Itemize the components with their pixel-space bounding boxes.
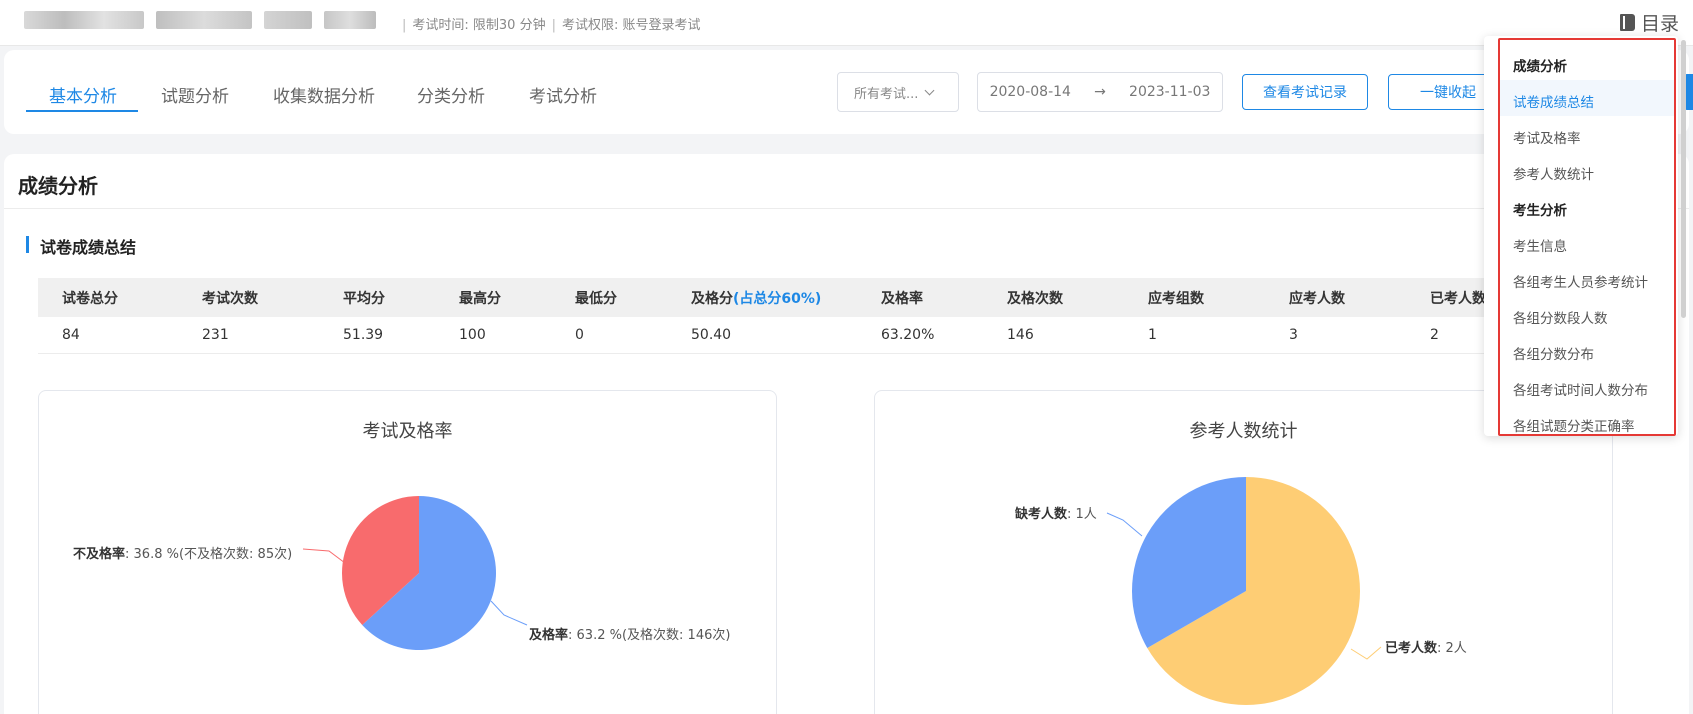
table-cell: 146 [983, 317, 1124, 354]
scrollbar[interactable] [1681, 40, 1686, 318]
table-cell: 84 [38, 317, 178, 354]
tabs-card: 基本分析 试题分析 收集数据分析 分类分析 考试分析 所有考试... 2020-… [4, 50, 1689, 134]
book-icon [1619, 14, 1635, 31]
tab-question-analysis[interactable]: 试题分析 [161, 82, 229, 107]
table-cell: 63.20% [857, 317, 983, 354]
col-header: 及格次数 [983, 278, 1124, 317]
score-analysis-card: 成绩分析 试卷成绩总结 试卷总分 考试次数 平均分 最高分 最低分 及格分(占总… [4, 154, 1689, 714]
redacted-exam-title [264, 11, 312, 29]
col-header: 及格率 [857, 278, 983, 317]
pass-rate-chart-card: 考试及格率 不及格率: 36.8 %(不及格次数: 85次) 及格率: 63.2… [38, 390, 777, 714]
leader-line-pass [490, 600, 528, 626]
table-cell: 231 [178, 317, 319, 354]
toc-item-score-bands[interactable]: 各组分数段人数 [1513, 307, 1608, 327]
table-cell: 1 [1124, 317, 1265, 354]
table-cell: 50.40 [667, 317, 857, 354]
section-title: 成绩分析 [18, 174, 98, 198]
redacted-exam-title [156, 11, 252, 29]
redacted-exam-title [324, 11, 376, 29]
date-range-picker[interactable]: 2020-08-14 → 2023-11-03 [977, 72, 1223, 112]
col-header: 应考人数 [1265, 278, 1406, 317]
leader-line-attended [1350, 646, 1382, 660]
col-header: 最低分 [551, 278, 667, 317]
col-header: 最高分 [435, 278, 551, 317]
toc-item-category-accuracy[interactable]: 各组试题分类正确率 [1513, 415, 1635, 435]
catalog-button[interactable]: 目录 [1619, 9, 1679, 36]
table-cell: 100 [435, 317, 551, 354]
toc-group-candidate-analysis[interactable]: 考生分析 [1513, 199, 1567, 219]
chevron-down-icon [924, 85, 935, 95]
absent-label: 缺考人数: 1人 [1015, 507, 1097, 522]
tab-exam-analysis[interactable]: 考试分析 [529, 82, 597, 107]
toc-item-time-distribution[interactable]: 各组考试时间人数分布 [1513, 379, 1648, 399]
col-header: 应考组数 [1124, 278, 1265, 317]
active-tab-underline [26, 110, 138, 112]
col-header: 及格分(占总分60%) [667, 278, 857, 317]
divider [4, 208, 1689, 209]
attended-label: 已考人数: 2人 [1385, 641, 1467, 656]
catalog-label: 目录 [1640, 13, 1679, 35]
date-end[interactable]: 2023-11-03 [1129, 84, 1210, 100]
col-header: 考试次数 [178, 278, 319, 317]
redacted-exam-title [24, 11, 144, 29]
table-cell: 51.39 [319, 317, 435, 354]
exam-time: 考试时间: 限制30 分钟 [412, 18, 546, 33]
exam-select[interactable]: 所有考试... [837, 72, 959, 112]
top-bar: | 考试时间: 限制30 分钟 | 考试权限: 账号登录考试 目录 [0, 0, 1693, 46]
table-cell: 0 [551, 317, 667, 354]
table-row: 84 231 51.39 100 0 50.40 63.20% 146 1 3 … [38, 317, 1498, 354]
exam-permission: 考试权限: 账号登录考试 [561, 18, 701, 33]
tab-collected-data-analysis[interactable]: 收集数据分析 [273, 82, 375, 107]
toc-item-score-summary[interactable]: 试卷成绩总结 [1513, 91, 1594, 111]
table-header-row: 试卷总分 考试次数 平均分 最高分 最低分 及格分(占总分60%) 及格率 及格… [38, 278, 1498, 317]
toc-item-score-distribution[interactable]: 各组分数分布 [1513, 343, 1594, 363]
toc-item-pass-rate[interactable]: 考试及格率 [1513, 127, 1581, 147]
toc-group-score-analysis[interactable]: 成绩分析 [1513, 55, 1567, 75]
leader-line-absent [1106, 512, 1143, 537]
col-header: 平均分 [319, 278, 435, 317]
toc-item-group-participation[interactable]: 各组考生人员参考统计 [1513, 271, 1648, 291]
toc-item-attendance[interactable]: 参考人数统计 [1513, 163, 1594, 183]
table-cell: 3 [1265, 317, 1406, 354]
tab-category-analysis[interactable]: 分类分析 [417, 82, 485, 107]
col-header: 试卷总分 [38, 278, 178, 317]
view-exam-records-button[interactable]: 查看考试记录 [1242, 74, 1368, 110]
pass-score-note: (占总分60%) [733, 290, 822, 307]
attendance-pie-chart [1106, 477, 1382, 705]
date-start[interactable]: 2020-08-14 [990, 84, 1071, 100]
leader-line-fail [302, 548, 346, 564]
pass-rate-label: 及格率: 63.2 %(及格次数: 146次) [529, 628, 731, 643]
exam-meta: | 考试时间: 限制30 分钟 | 考试权限: 账号登录考试 [402, 18, 701, 33]
attendance-chart-card: 参考人数统计 缺考人数: 1人 已考人数: 2人 [874, 390, 1613, 714]
toc-item-candidate-info[interactable]: 考生信息 [1513, 235, 1567, 255]
fail-rate-label: 不及格率: 36.8 %(不及格次数: 85次) [73, 547, 293, 562]
arrow-right-icon: → [1094, 84, 1106, 100]
score-summary-table: 试卷总分 考试次数 平均分 最高分 最低分 及格分(占总分60%) 及格率 及格… [38, 278, 1498, 354]
subsection-title: 试卷成绩总结 [26, 234, 136, 258]
tab-basic-analysis[interactable]: 基本分析 [49, 82, 117, 107]
